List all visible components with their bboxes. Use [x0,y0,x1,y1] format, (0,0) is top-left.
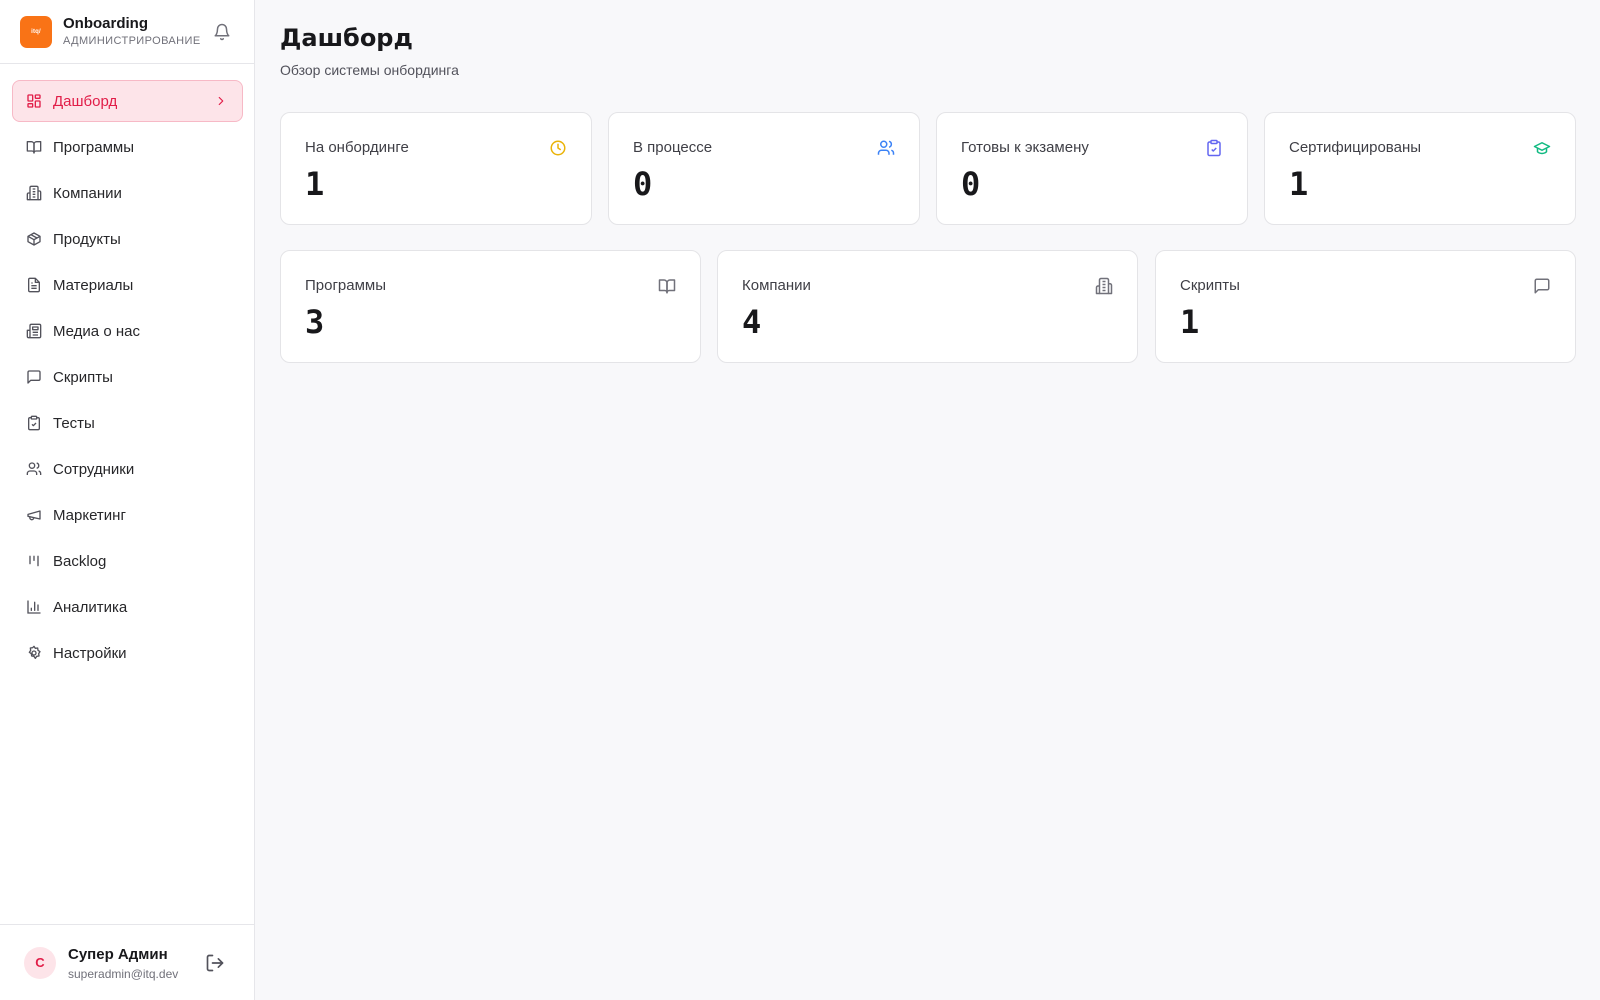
sidebar-item-label: Дашборд [53,92,118,110]
sidebar-item-label: Скрипты [53,368,113,386]
sidebar-item-products[interactable]: Продукты [12,218,243,260]
message-square-icon [25,368,43,386]
sidebar-item-companies[interactable]: Компании [12,172,243,214]
stat-label: Скрипты [1180,277,1240,294]
dashboard-icon [25,92,43,110]
users-icon [877,140,895,155]
clipboard-check-icon [25,414,43,432]
sidebar-item-materials[interactable]: Материалы [12,264,243,306]
building-icon [25,184,43,202]
sidebar-item-label: Программы [53,138,135,156]
stat-card-programs: Программы 3 [280,250,701,363]
stat-label: На онбординге [305,139,409,156]
user-name: Супер Админ [68,946,168,963]
sidebar-item-tests[interactable]: Тесты [12,402,243,444]
sidebar-item-label: Компании [53,184,122,202]
sidebar-item-scripts[interactable]: Скрипты [12,356,243,398]
stat-value: 0 [961,165,981,203]
sidebar-item-label: Материалы [53,276,134,294]
stat-label: Сертифицированы [1289,139,1422,156]
user-panel: С Супер Админ superadmin@itq.dev [0,924,254,1000]
sidebar-item-programs[interactable]: Программы [12,126,243,168]
stat-value: 1 [1289,165,1309,203]
stat-value: 0 [633,165,653,203]
settings-icon [25,644,43,662]
megaphone-icon [25,506,43,524]
sidebar-item-label: Маркетинг [53,506,126,524]
stat-label: В процессе [633,139,713,156]
sidebar-item-label: Backlog [53,552,107,570]
sidebar-item-label: Настройки [53,644,127,662]
sidebar-item-settings[interactable]: Настройки [12,632,243,674]
stat-value: 3 [305,303,325,341]
app-name: Onboarding [63,15,148,32]
sidebar-item-label: Тесты [53,414,95,432]
book-icon [658,279,676,294]
sidebar-item-analytics[interactable]: Аналитика [12,586,243,628]
sidebar-item-label: Сотрудники [53,460,135,478]
sidebar-item-label: Аналитика [53,598,128,616]
stat-card-scripts: Скрипты 1 [1155,250,1576,363]
logout-icon[interactable] [205,953,225,973]
clock-icon [550,140,566,156]
building-icon [1095,277,1113,295]
sidebar-item-label: Медиа о нас [53,322,140,340]
bar-chart-icon [25,598,43,616]
users-icon [25,460,43,478]
user-email: superadmin@itq.dev [68,967,179,981]
stat-card-in-progress: В процессе 0 [608,112,920,225]
page-subtitle: Обзор системы онбординга [280,62,459,78]
avatar[interactable]: С [24,947,56,979]
kanban-icon [25,552,43,570]
sidebar-item-media[interactable]: Медиа о нас [12,310,243,352]
sidebar-nav: Дашборд Программы Компании Продукты Мате… [12,80,243,678]
page-title: Дашборд [280,24,413,52]
sidebar-header: itq/ Onboarding АДМИНИСТРИРОВАНИЕ [0,0,254,64]
stat-label: Готовы к экзамену [961,139,1089,156]
sidebar-item-employees[interactable]: Сотрудники [12,448,243,490]
file-text-icon [25,276,43,294]
stat-label: Программы [305,277,387,294]
sidebar-item-label: Продукты [53,230,121,248]
stat-card-onboarding: На онбординге 1 [280,112,592,225]
chevron-right-icon [218,96,224,106]
app-subtitle: АДМИНИСТРИРОВАНИЕ [63,35,201,47]
stat-value: 1 [1180,303,1200,341]
sidebar: itq/ Onboarding АДМИНИСТРИРОВАНИЕ Дашбор… [0,0,255,1000]
stat-card-certified: Сертифицированы 1 [1264,112,1576,225]
stat-value: 1 [305,165,325,203]
clipboard-check-icon [1207,139,1221,157]
sidebar-item-backlog[interactable]: Backlog [12,540,243,582]
stat-label: Компании [742,277,811,294]
sidebar-item-dashboard[interactable]: Дашборд [12,80,243,122]
graduation-cap-icon [1533,142,1551,155]
stat-value: 4 [742,303,762,341]
book-icon [25,138,43,156]
app-logo[interactable]: itq/ [20,16,52,48]
stat-card-exam-ready: Готовы к экзамену 0 [936,112,1248,225]
package-icon [25,230,43,248]
stat-card-companies: Компании 4 [717,250,1138,363]
bell-icon[interactable] [213,23,231,41]
newspaper-icon [25,322,43,340]
message-square-icon [1534,278,1550,294]
sidebar-item-marketing[interactable]: Маркетинг [12,494,243,536]
